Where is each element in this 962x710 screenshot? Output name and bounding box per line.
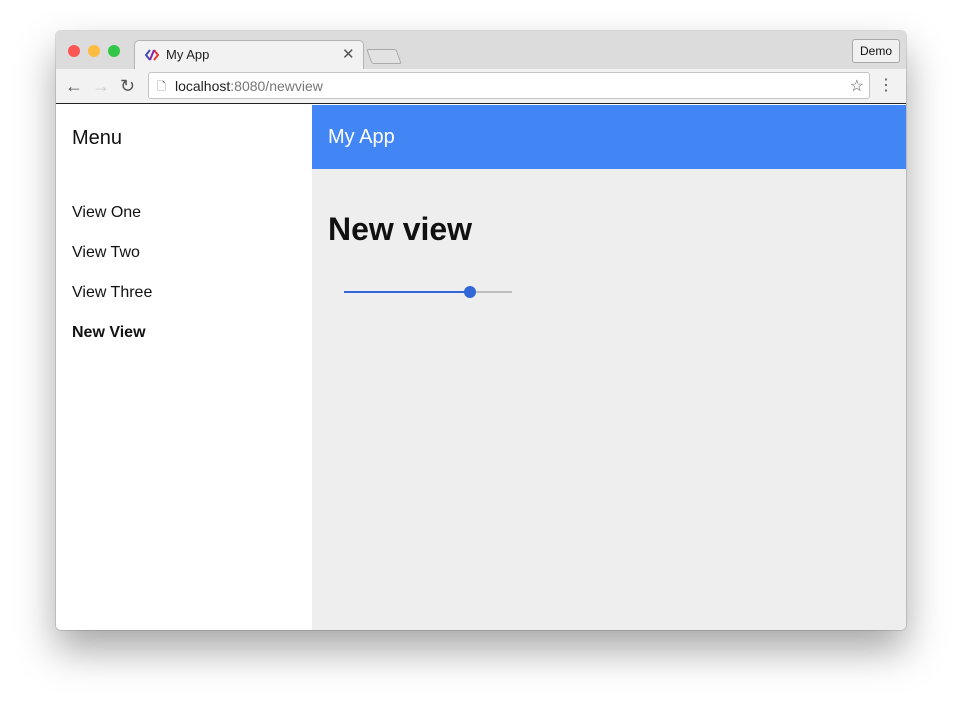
bookmark-star-icon[interactable]: ☆ bbox=[850, 76, 864, 96]
sidebar: Menu View One View Two View Three New Vi… bbox=[56, 105, 312, 630]
address-bar[interactable]: 🗋 localhost:8080/newview ☆ bbox=[148, 72, 870, 99]
slider-fill bbox=[344, 291, 470, 293]
profile-button[interactable]: Demo bbox=[851, 39, 900, 63]
slider-thumb[interactable] bbox=[464, 286, 476, 298]
url-host: localhost bbox=[175, 78, 231, 94]
tab-close-icon[interactable]: ✕ bbox=[342, 45, 355, 63]
sidebar-item-view-two[interactable]: View Two bbox=[72, 244, 140, 262]
main-content: My App New view bbox=[312, 105, 906, 630]
sidebar-item-view-three[interactable]: View Three bbox=[72, 284, 152, 302]
new-tab-button[interactable] bbox=[366, 49, 402, 64]
tab-title: My App bbox=[166, 47, 210, 62]
sidebar-item-view-one[interactable]: View One bbox=[72, 204, 141, 222]
title-bar: My App ✕ Demo bbox=[56, 31, 906, 69]
slider[interactable] bbox=[344, 286, 512, 298]
sidebar-item-new-view[interactable]: New View bbox=[72, 324, 146, 342]
url-path: :8080/newview bbox=[230, 78, 323, 94]
page-icon: 🗋 bbox=[157, 81, 166, 93]
back-icon[interactable]: ← bbox=[65, 76, 83, 97]
close-window-button[interactable] bbox=[68, 45, 80, 57]
minimize-window-button[interactable] bbox=[88, 45, 100, 57]
reload-icon[interactable]: ↻ bbox=[120, 76, 135, 97]
browser-toolbar: ← → ↻ 🗋 localhost:8080/newview ☆ ⋮ bbox=[56, 69, 906, 104]
browser-window: My App ✕ Demo ← → ↻ 🗋 localhost:8080/new… bbox=[56, 31, 906, 630]
forward-icon[interactable]: → bbox=[92, 76, 110, 97]
maximize-window-button[interactable] bbox=[108, 45, 120, 57]
browser-menu-icon[interactable]: ⋮ bbox=[878, 75, 894, 95]
sidebar-title: Menu bbox=[72, 127, 123, 149]
app-header: My App bbox=[312, 105, 906, 169]
app-favicon-icon bbox=[145, 49, 159, 61]
page-title: New view bbox=[328, 211, 473, 247]
